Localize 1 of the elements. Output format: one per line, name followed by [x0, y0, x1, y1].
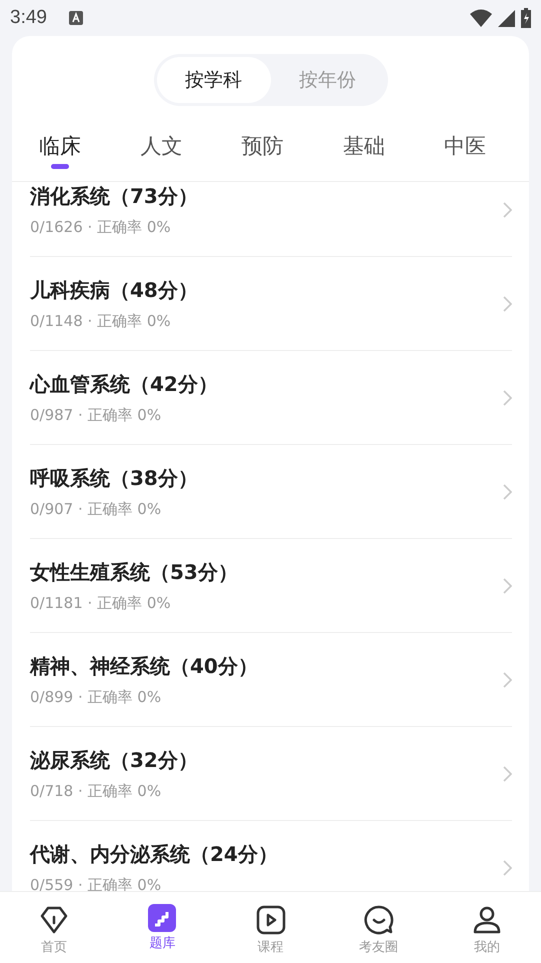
status-time: 3:49	[10, 7, 47, 29]
